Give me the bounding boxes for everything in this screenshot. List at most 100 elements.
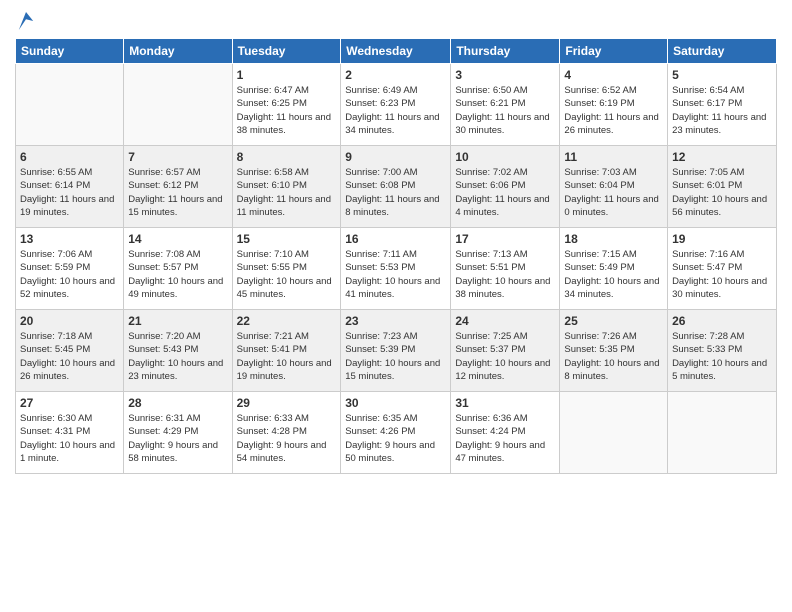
page: SundayMondayTuesdayWednesdayThursdayFrid… xyxy=(0,0,792,612)
day-number: 9 xyxy=(345,150,446,164)
day-number: 4 xyxy=(564,68,663,82)
week-row-4: 20 Sunrise: 7:18 AM Sunset: 5:45 PM Dayli… xyxy=(16,310,777,392)
day-number: 6 xyxy=(20,150,119,164)
day-number: 27 xyxy=(20,396,119,410)
day-number: 7 xyxy=(128,150,227,164)
calendar-cell: 14 Sunrise: 7:08 AM Sunset: 5:57 PM Dayli… xyxy=(124,228,232,310)
calendar-table: SundayMondayTuesdayWednesdayThursdayFrid… xyxy=(15,38,777,474)
day-info: Sunrise: 6:52 AM Sunset: 6:19 PM Dayligh… xyxy=(564,84,663,137)
calendar-cell: 28 Sunrise: 6:31 AM Sunset: 4:29 PM Dayli… xyxy=(124,392,232,474)
day-info: Sunrise: 7:11 AM Sunset: 5:53 PM Dayligh… xyxy=(345,248,446,301)
week-row-2: 6Sunrise: 6:55 AM Sunset: 6:14 PM Daylig… xyxy=(16,146,777,228)
calendar-cell: 17 Sunrise: 7:13 AM Sunset: 5:51 PM Dayli… xyxy=(451,228,560,310)
calendar-cell: 9Sunrise: 7:00 AM Sunset: 6:08 PM Daylig… xyxy=(341,146,451,228)
calendar-cell: 10Sunrise: 7:02 AM Sunset: 6:06 PM Dayli… xyxy=(451,146,560,228)
weekday-header-wednesday: Wednesday xyxy=(341,39,451,64)
calendar-cell xyxy=(124,64,232,146)
day-info: Sunrise: 7:20 AM Sunset: 5:43 PM Dayligh… xyxy=(128,330,227,383)
week-row-3: 13 Sunrise: 7:06 AM Sunset: 5:59 PM Dayli… xyxy=(16,228,777,310)
calendar-cell: 11 Sunrise: 7:03 AM Sunset: 6:04 PM Dayli… xyxy=(560,146,668,228)
header xyxy=(15,10,777,32)
calendar-cell: 30 Sunrise: 6:35 AM Sunset: 4:26 PM Dayli… xyxy=(341,392,451,474)
calendar-cell: 19 Sunrise: 7:16 AM Sunset: 5:47 PM Dayli… xyxy=(668,228,777,310)
day-info: Sunrise: 7:21 AM Sunset: 5:41 PM Dayligh… xyxy=(237,330,337,383)
day-info: Sunrise: 6:33 AM Sunset: 4:28 PM Dayligh… xyxy=(237,412,337,465)
day-number: 18 xyxy=(564,232,663,246)
day-info: Sunrise: 7:25 AM Sunset: 5:37 PM Dayligh… xyxy=(455,330,555,383)
calendar-cell: 29 Sunrise: 6:33 AM Sunset: 4:28 PM Dayli… xyxy=(232,392,341,474)
logo-bird-icon xyxy=(17,10,35,32)
weekday-header-sunday: Sunday xyxy=(16,39,124,64)
calendar-cell: 4 Sunrise: 6:52 AM Sunset: 6:19 PM Daylig… xyxy=(560,64,668,146)
day-number: 31 xyxy=(455,396,555,410)
calendar-cell xyxy=(16,64,124,146)
day-info: Sunrise: 7:23 AM Sunset: 5:39 PM Dayligh… xyxy=(345,330,446,383)
day-number: 29 xyxy=(237,396,337,410)
day-number: 16 xyxy=(345,232,446,246)
calendar-cell: 15 Sunrise: 7:10 AM Sunset: 5:55 PM Dayli… xyxy=(232,228,341,310)
day-number: 26 xyxy=(672,314,772,328)
day-info: Sunrise: 7:08 AM Sunset: 5:57 PM Dayligh… xyxy=(128,248,227,301)
weekday-header-row: SundayMondayTuesdayWednesdayThursdayFrid… xyxy=(16,39,777,64)
day-info: Sunrise: 7:26 AM Sunset: 5:35 PM Dayligh… xyxy=(564,330,663,383)
day-number: 20 xyxy=(20,314,119,328)
day-info: Sunrise: 6:50 AM Sunset: 6:21 PM Dayligh… xyxy=(455,84,555,137)
day-number: 23 xyxy=(345,314,446,328)
day-number: 25 xyxy=(564,314,663,328)
day-info: Sunrise: 7:10 AM Sunset: 5:55 PM Dayligh… xyxy=(237,248,337,301)
calendar-cell: 6Sunrise: 6:55 AM Sunset: 6:14 PM Daylig… xyxy=(16,146,124,228)
calendar-cell: 24 Sunrise: 7:25 AM Sunset: 5:37 PM Dayli… xyxy=(451,310,560,392)
week-row-1: 1 Sunrise: 6:47 AM Sunset: 6:25 PM Daylig… xyxy=(16,64,777,146)
calendar-cell: 18 Sunrise: 7:15 AM Sunset: 5:49 PM Dayli… xyxy=(560,228,668,310)
day-info: Sunrise: 7:03 AM Sunset: 6:04 PM Dayligh… xyxy=(564,166,663,219)
day-info: Sunrise: 7:06 AM Sunset: 5:59 PM Dayligh… xyxy=(20,248,119,301)
calendar-cell: 7 Sunrise: 6:57 AM Sunset: 6:12 PM Daylig… xyxy=(124,146,232,228)
calendar-cell: 22Sunrise: 7:21 AM Sunset: 5:41 PM Dayli… xyxy=(232,310,341,392)
day-number: 30 xyxy=(345,396,446,410)
day-info: Sunrise: 7:13 AM Sunset: 5:51 PM Dayligh… xyxy=(455,248,555,301)
day-number: 13 xyxy=(20,232,119,246)
calendar-cell: 26 Sunrise: 7:28 AM Sunset: 5:33 PM Dayli… xyxy=(668,310,777,392)
day-info: Sunrise: 6:49 AM Sunset: 6:23 PM Dayligh… xyxy=(345,84,446,137)
weekday-header-saturday: Saturday xyxy=(668,39,777,64)
day-number: 24 xyxy=(455,314,555,328)
day-number: 3 xyxy=(455,68,555,82)
calendar-cell: 3 Sunrise: 6:50 AM Sunset: 6:21 PM Daylig… xyxy=(451,64,560,146)
day-info: Sunrise: 7:02 AM Sunset: 6:06 PM Dayligh… xyxy=(455,166,555,219)
day-number: 12 xyxy=(672,150,772,164)
calendar-cell: 5 Sunrise: 6:54 AM Sunset: 6:17 PM Daylig… xyxy=(668,64,777,146)
day-number: 28 xyxy=(128,396,227,410)
calendar-cell: 27 Sunrise: 6:30 AM Sunset: 4:31 PM Dayli… xyxy=(16,392,124,474)
day-info: Sunrise: 6:54 AM Sunset: 6:17 PM Dayligh… xyxy=(672,84,772,137)
day-info: Sunrise: 7:15 AM Sunset: 5:49 PM Dayligh… xyxy=(564,248,663,301)
week-row-5: 27 Sunrise: 6:30 AM Sunset: 4:31 PM Dayli… xyxy=(16,392,777,474)
calendar-cell: 21Sunrise: 7:20 AM Sunset: 5:43 PM Dayli… xyxy=(124,310,232,392)
calendar-cell: 16 Sunrise: 7:11 AM Sunset: 5:53 PM Dayli… xyxy=(341,228,451,310)
day-number: 8 xyxy=(237,150,337,164)
weekday-header-friday: Friday xyxy=(560,39,668,64)
day-number: 2 xyxy=(345,68,446,82)
day-number: 15 xyxy=(237,232,337,246)
weekday-header-thursday: Thursday xyxy=(451,39,560,64)
day-number: 11 xyxy=(564,150,663,164)
day-info: Sunrise: 7:28 AM Sunset: 5:33 PM Dayligh… xyxy=(672,330,772,383)
calendar-cell: 12Sunrise: 7:05 AM Sunset: 6:01 PM Dayli… xyxy=(668,146,777,228)
calendar-cell: 2 Sunrise: 6:49 AM Sunset: 6:23 PM Daylig… xyxy=(341,64,451,146)
calendar-cell: 20 Sunrise: 7:18 AM Sunset: 5:45 PM Dayli… xyxy=(16,310,124,392)
day-number: 17 xyxy=(455,232,555,246)
calendar-cell xyxy=(560,392,668,474)
day-info: Sunrise: 6:31 AM Sunset: 4:29 PM Dayligh… xyxy=(128,412,227,465)
day-info: Sunrise: 6:35 AM Sunset: 4:26 PM Dayligh… xyxy=(345,412,446,465)
day-number: 1 xyxy=(237,68,337,82)
day-number: 5 xyxy=(672,68,772,82)
day-info: Sunrise: 6:57 AM Sunset: 6:12 PM Dayligh… xyxy=(128,166,227,219)
day-info: Sunrise: 7:18 AM Sunset: 5:45 PM Dayligh… xyxy=(20,330,119,383)
day-number: 14 xyxy=(128,232,227,246)
day-info: Sunrise: 7:16 AM Sunset: 5:47 PM Dayligh… xyxy=(672,248,772,301)
day-number: 19 xyxy=(672,232,772,246)
day-info: Sunrise: 6:47 AM Sunset: 6:25 PM Dayligh… xyxy=(237,84,337,137)
day-info: Sunrise: 6:30 AM Sunset: 4:31 PM Dayligh… xyxy=(20,412,119,465)
calendar-cell: 1 Sunrise: 6:47 AM Sunset: 6:25 PM Daylig… xyxy=(232,64,341,146)
calendar-cell: 31Sunrise: 6:36 AM Sunset: 4:24 PM Dayli… xyxy=(451,392,560,474)
day-info: Sunrise: 6:58 AM Sunset: 6:10 PM Dayligh… xyxy=(237,166,337,219)
